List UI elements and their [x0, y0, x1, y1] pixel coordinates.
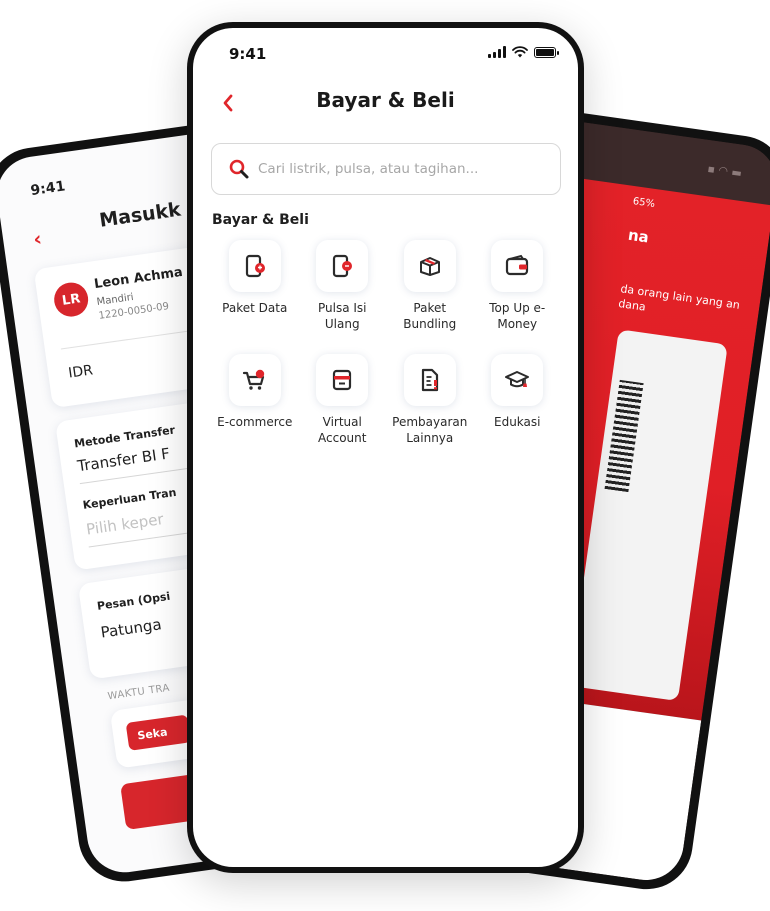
- message-label: Pesan (Opsi: [96, 589, 172, 613]
- menu-label: Paket Bundling: [403, 301, 457, 331]
- status-icons: [488, 46, 559, 58]
- search-icon: [229, 159, 249, 179]
- menu-label: Edukasi: [494, 415, 541, 429]
- menu-icon-container: [491, 240, 544, 292]
- search-bar[interactable]: [211, 143, 561, 195]
- back-icon: ‹: [31, 226, 44, 252]
- status-time: 9:41: [229, 45, 267, 63]
- bundle-box-icon: [419, 257, 440, 276]
- menu-icon-container: [491, 354, 544, 406]
- menu-item-paket-data[interactable]: Paket Data: [211, 240, 299, 332]
- menu-icon-container: [228, 354, 281, 406]
- menu-item-pulsa-isi-ulang[interactable]: Pulsa Isi Ulang: [299, 240, 387, 332]
- avatar: LR: [51, 280, 91, 319]
- menu-item-e-commerce[interactable]: E-commerce: [211, 354, 299, 446]
- menu-icon-container: [403, 354, 456, 406]
- bill-document-icon: [421, 368, 438, 392]
- currency-label: IDR: [67, 362, 94, 382]
- phone-credit-icon: [333, 254, 353, 278]
- section-title: Bayar & Beli: [212, 212, 309, 228]
- qr-code: [604, 379, 644, 493]
- purpose-label: Keperluan Tran: [82, 485, 178, 512]
- page-title: Masukk: [97, 198, 183, 232]
- menu-label: Pembayaran Lainnya: [392, 415, 468, 445]
- purpose-placeholder: Pilih keper: [85, 509, 165, 539]
- page-title: Bayar & Beli: [316, 88, 455, 112]
- menu-item-pembayaran-lainnya[interactable]: Pembayaran Lainnya: [386, 354, 474, 446]
- service-menu-grid: Paket Data Pulsa Isi Ulang Paket Bundlin…: [211, 240, 561, 446]
- menu-icon-container: [316, 354, 369, 406]
- transfer-method-value: Transfer BI F: [76, 444, 171, 476]
- menu-icon-container: [403, 240, 456, 292]
- menu-item-virtual-account[interactable]: Virtual Account: [299, 354, 387, 446]
- now-button: Seka: [125, 714, 191, 751]
- menu-icon-container: [316, 240, 369, 292]
- data-package-icon: [245, 254, 265, 278]
- search-input[interactable]: [258, 161, 528, 177]
- menu-item-edukasi[interactable]: Edukasi: [474, 354, 562, 446]
- menu-label: E-commerce: [217, 415, 293, 429]
- wifi-icon: [512, 46, 528, 58]
- menu-item-top-up-e-money[interactable]: Top Up e- Money: [474, 240, 562, 332]
- menu-label: Paket Data: [222, 301, 288, 315]
- time-section-label: WAKTU TRA: [107, 682, 171, 703]
- recipient-name: Leon Achma: [93, 264, 184, 293]
- graduation-cap-icon: [505, 371, 530, 388]
- virtual-account-icon: [333, 369, 352, 391]
- status-bar: 9:41: [193, 28, 578, 76]
- status-time: 9:41: [29, 178, 67, 200]
- page-title: na: [626, 225, 651, 247]
- menu-label: Pulsa Isi Ulang: [317, 301, 367, 331]
- battery-icon: [534, 46, 559, 58]
- cellular-signal-icon: [488, 46, 506, 58]
- main-phone: 9:41 Bayar & Beli Cari listrik, pulsa, a…: [187, 22, 584, 873]
- message-value: Patunga: [99, 615, 163, 642]
- bayar-beli-screen: 9:41 Bayar & Beli Cari listrik, pulsa, a…: [193, 28, 578, 867]
- menu-item-paket-bundling[interactable]: Paket Bundling: [386, 240, 474, 332]
- shopping-cart-icon: [242, 369, 264, 390]
- menu-icon-container: [228, 240, 281, 292]
- menu-label: Virtual Account: [318, 415, 367, 445]
- wallet-icon: [506, 254, 529, 276]
- menu-label: Top Up e- Money: [489, 301, 546, 331]
